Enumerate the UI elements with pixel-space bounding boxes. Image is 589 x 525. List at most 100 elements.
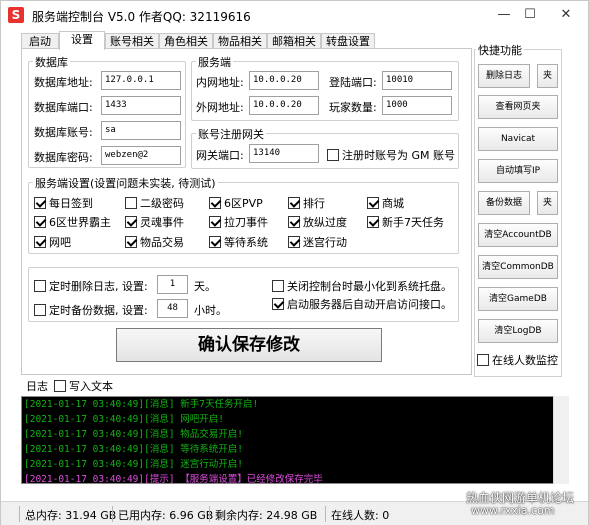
- database-group-title: 数据库: [33, 54, 70, 70]
- watermark-line2: www.rxxia.com: [471, 504, 555, 517]
- option-label: 6区世界霸主: [49, 216, 111, 229]
- option-pvp[interactable]: 6区PVP: [209, 195, 263, 211]
- checkbox-box[interactable]: [34, 197, 46, 209]
- write-text-checkbox[interactable]: 写入文本: [54, 378, 113, 394]
- checkbox-box[interactable]: [288, 216, 300, 228]
- log-scrollbar[interactable]: [553, 396, 569, 484]
- option-ranking[interactable]: 排行: [288, 195, 325, 211]
- total-memory: 总内存: 31.94 GB: [25, 509, 117, 522]
- option-label: 新手7天任务: [382, 216, 444, 229]
- log-console[interactable]: [2021-01-17 03:40:49][消息] 新手7天任务开启! [202…: [21, 396, 569, 484]
- tab-bar: 启动 设置 账号相关 角色相关 物品相关 邮箱相关 转盘设置: [1, 31, 471, 50]
- checkbox-box[interactable]: [34, 236, 46, 248]
- option-shop[interactable]: 商城: [367, 195, 404, 211]
- option-label: 网吧: [49, 236, 71, 249]
- option-label: 排行: [303, 197, 325, 210]
- checkbox-box[interactable]: [125, 197, 137, 209]
- checkbox-box[interactable]: [477, 354, 489, 366]
- auto-fill-ip-button[interactable]: 自动填写IP: [478, 159, 558, 183]
- checkbox-box[interactable]: [34, 280, 46, 292]
- clear-logdb-button[interactable]: 清空LogDB: [478, 319, 558, 343]
- option-label: 商城: [382, 197, 404, 210]
- option-second-password[interactable]: 二级密码: [125, 195, 184, 211]
- intranet-input[interactable]: 10.0.0.20: [249, 71, 319, 90]
- status-separator: [209, 506, 210, 522]
- db-password-input[interactable]: webzen@2: [101, 146, 181, 165]
- clear-commondb-button[interactable]: 清空CommonDB: [478, 255, 558, 279]
- delete-log-checkbox[interactable]: 定时删除日志, 设置:: [34, 278, 148, 294]
- checkbox-box[interactable]: [34, 304, 46, 316]
- clear-accountdb-button[interactable]: 清空AccountDB: [478, 223, 558, 247]
- option-maze-action[interactable]: 迷宫行动: [288, 234, 347, 250]
- gateway-port-input[interactable]: 13140: [249, 144, 319, 163]
- checkbox-box[interactable]: [367, 216, 379, 228]
- save-settings-button[interactable]: 确认保存修改: [116, 328, 382, 362]
- delete-log-unit: 天。: [194, 280, 216, 293]
- backup-hours-input[interactable]: 48: [157, 299, 188, 318]
- checkbox-box[interactable]: [288, 197, 300, 209]
- maximize-icon[interactable]: ☐: [517, 5, 543, 25]
- option-label: 拉刀事件: [224, 216, 268, 229]
- option-label: 物品交易: [140, 236, 184, 249]
- checkbox-box[interactable]: [272, 298, 284, 310]
- view-web-folder-button[interactable]: 查看网页夹: [478, 95, 558, 119]
- main-window: S 服务端控制台 V5.0 作者QQ: 32119616 — ☐ ✕ 启动 设置…: [0, 0, 589, 525]
- option-newbie-quest[interactable]: 新手7天任务: [367, 214, 444, 230]
- gm-account-box[interactable]: [327, 149, 339, 161]
- backup-checkbox[interactable]: 定时备份数据, 设置:: [34, 302, 148, 318]
- intranet-label: 内网地址:: [196, 76, 244, 89]
- checkbox-box[interactable]: [272, 280, 284, 292]
- login-port-label: 登陆端口:: [329, 76, 377, 89]
- players-input[interactable]: 1000: [382, 96, 452, 115]
- checkbox-box[interactable]: [367, 197, 379, 209]
- app-icon: S: [8, 7, 24, 23]
- checkbox-box[interactable]: [34, 216, 46, 228]
- gateway-port-label: 网关端口:: [196, 149, 244, 162]
- tab-settings[interactable]: 设置: [59, 31, 105, 50]
- option-soul-event[interactable]: 灵魂事件: [125, 214, 184, 230]
- auto-open-label: 启动服务器后自动开启访问接口。: [287, 298, 452, 311]
- navicat-button[interactable]: Navicat: [478, 127, 558, 151]
- db-address-input[interactable]: 127.0.0.1: [101, 71, 181, 90]
- clear-gamedb-button[interactable]: 清空GameDB: [478, 287, 558, 311]
- checkbox-box[interactable]: [209, 197, 221, 209]
- checkbox-box[interactable]: [209, 216, 221, 228]
- delete-log-button[interactable]: 删除日志: [478, 64, 530, 88]
- minimize-icon[interactable]: —: [491, 5, 517, 25]
- close-icon[interactable]: ✕: [553, 5, 579, 25]
- option-label: 6区PVP: [224, 197, 263, 210]
- checkbox-box[interactable]: [288, 236, 300, 248]
- option-world-overlord[interactable]: 6区世界霸主: [34, 214, 111, 230]
- backup-unit: 小时。: [194, 304, 227, 317]
- checkbox-box[interactable]: [125, 216, 137, 228]
- auto-open-checkbox[interactable]: 启动服务器后自动开启访问接口。: [272, 296, 452, 312]
- extranet-input[interactable]: 10.0.0.20: [249, 96, 319, 115]
- option-wait-system[interactable]: 等待系统: [209, 234, 268, 250]
- backup-data-button[interactable]: 备份数据: [478, 191, 530, 215]
- log-line: [2021-01-17 03:40:49][消息] 网吧开启!: [24, 414, 224, 425]
- db-port-input[interactable]: 1433: [101, 96, 181, 115]
- checkbox-box[interactable]: [209, 236, 221, 248]
- delete-log-days-input[interactable]: 1: [157, 275, 188, 294]
- db-account-input[interactable]: sa: [101, 121, 181, 140]
- option-blade-event[interactable]: 拉刀事件: [209, 214, 268, 230]
- open-log-folder-button[interactable]: 夹: [537, 64, 558, 88]
- option-netcafe[interactable]: 网吧: [34, 234, 71, 250]
- checkbox-box[interactable]: [125, 236, 137, 248]
- log-title: 日志: [26, 380, 48, 393]
- server-group-title: 服务端: [196, 54, 233, 70]
- online-monitor-checkbox[interactable]: 在线人数监控: [477, 352, 558, 368]
- login-port-input[interactable]: 10010: [382, 71, 452, 90]
- option-daily-checkin[interactable]: 每日签到: [34, 195, 93, 211]
- option-label: 二级密码: [140, 197, 184, 210]
- open-backup-folder-button[interactable]: 夹: [537, 191, 558, 215]
- register-gateway-title: 账号注册网关: [196, 126, 266, 142]
- minimize-tray-checkbox[interactable]: 关闭控制台时最小化到系统托盘。: [272, 278, 452, 294]
- gm-account-checkbox[interactable]: 注册时账号为 GM 账号: [327, 147, 455, 163]
- gm-account-label: 注册时账号为 GM 账号: [342, 149, 456, 162]
- quick-functions-title: 快捷功能: [476, 42, 524, 58]
- option-indulgence[interactable]: 放纵过度: [288, 214, 347, 230]
- checkbox-box[interactable]: [54, 380, 66, 392]
- used-memory: 已用内存: 6.96 GB: [118, 509, 214, 522]
- option-item-trade[interactable]: 物品交易: [125, 234, 184, 250]
